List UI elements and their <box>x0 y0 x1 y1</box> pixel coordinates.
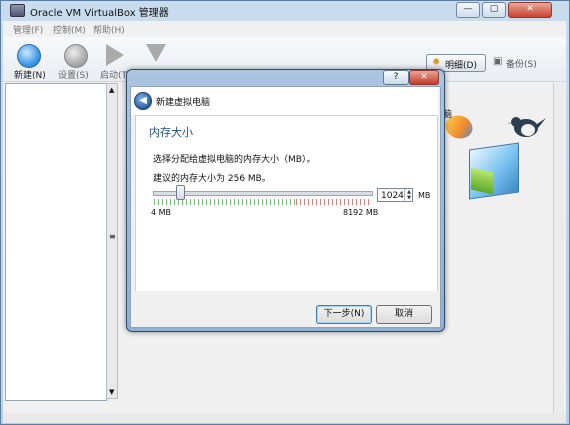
snapshots-label: 备份(S) <box>506 60 537 70</box>
scroll-down-icon[interactable]: ▼ <box>109 388 114 396</box>
menu-help[interactable]: 帮助(H) <box>93 23 125 36</box>
penguin-icon <box>507 112 546 142</box>
menu-file[interactable]: 管理(F) <box>13 23 43 36</box>
memory-spin-buttons[interactable]: ▲ ▼ <box>404 189 413 201</box>
dialog-close-button[interactable]: ✕ <box>409 70 439 85</box>
scroll-up-icon[interactable]: ▲ <box>109 86 114 94</box>
memory-slider-handle[interactable] <box>176 185 185 200</box>
status-bar <box>3 413 566 423</box>
page-title: 内存大小 <box>149 126 193 139</box>
dialog-help-button[interactable]: ? <box>383 70 409 85</box>
vm-list-scrollbar[interactable]: ▲ ≡ ▼ <box>106 83 118 399</box>
title-bar[interactable]: Oracle VM VirtualBox 管理器 — ▢ ✕ <box>0 0 570 20</box>
minimize-button[interactable]: — <box>456 2 480 18</box>
memory-description: 选择分配给虚拟电脑的内存大小（MB）。 <box>153 155 316 165</box>
new-button-label[interactable]: 新建(N) <box>14 68 46 81</box>
virtualbox-app-icon <box>10 4 25 17</box>
slider-ticks-safe <box>154 199 296 205</box>
slider-min-label: 4 MB <box>151 208 172 217</box>
menu-bar: 管理(F) 控制(M) 帮助(H) <box>3 21 566 37</box>
new-icon[interactable] <box>17 44 41 68</box>
cube-screen-icon <box>471 167 493 195</box>
details-gear-icon: ✹ <box>432 57 441 68</box>
recommended-memory-text: 建议的内存大小为 256 MB。 <box>153 174 271 184</box>
back-arrow-icon[interactable]: ◀ <box>134 92 152 110</box>
window-title: Oracle VM VirtualBox 管理器 <box>30 8 169 19</box>
memory-unit-label: MB <box>418 191 431 200</box>
camera-icon: ▣ <box>493 56 503 67</box>
dialog-title: 新建虚拟电脑 <box>156 98 211 108</box>
snapshots-button[interactable]: ▣ 备份(S) <box>490 54 548 70</box>
slider-ticks-over <box>296 199 370 205</box>
menu-machine[interactable]: 控制(M) <box>53 23 86 36</box>
settings-gear-icon[interactable] <box>64 44 88 68</box>
next-button[interactable]: 下一步(N) <box>316 305 372 324</box>
settings-button-label[interactable]: 设置(S) <box>58 68 89 81</box>
details-scrollbar[interactable] <box>553 83 564 413</box>
vm-list[interactable] <box>5 83 107 401</box>
cancel-button[interactable]: 取消 <box>376 305 432 324</box>
memory-slider-track[interactable] <box>153 191 373 196</box>
maximize-button[interactable]: ▢ <box>482 2 506 18</box>
start-arrow-icon[interactable] <box>106 44 124 66</box>
close-button[interactable]: ✕ <box>508 2 552 18</box>
details-label: 明细(D) <box>445 61 477 71</box>
scroll-grip-icon[interactable]: ≡ <box>109 232 116 241</box>
slider-max-label: 8192 MB <box>343 208 379 217</box>
discard-arrow-down-icon[interactable] <box>146 44 166 62</box>
